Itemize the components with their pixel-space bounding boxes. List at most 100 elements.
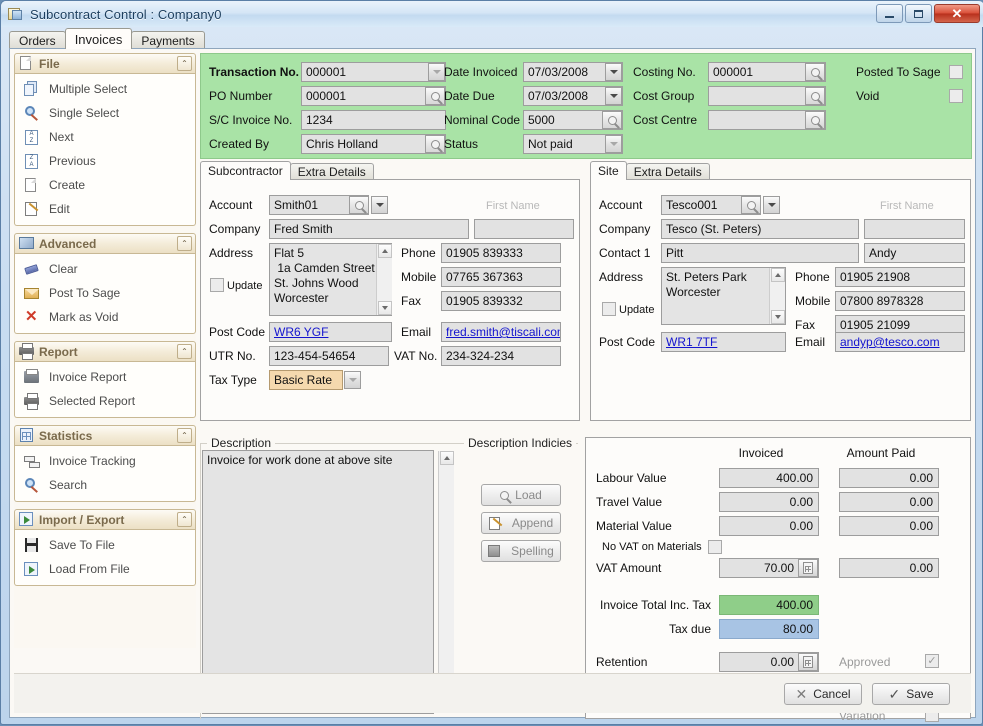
date-invoiced-dropdown[interactable] bbox=[605, 63, 622, 81]
sc-email-field[interactable]: fred.smith@tiscali.com bbox=[441, 322, 561, 342]
sc-address-scrollbar[interactable] bbox=[376, 244, 392, 315]
sc-invoice-no-field[interactable]: 1234 bbox=[301, 110, 446, 130]
sc-first-name-field[interactable] bbox=[474, 219, 574, 239]
travel-value-paid-field[interactable]: 0.00 bbox=[839, 492, 939, 512]
site-update-checkbox[interactable] bbox=[602, 302, 616, 316]
scroll-up-icon[interactable] bbox=[439, 451, 454, 465]
sidebar-item-multiple-select[interactable]: Multiple Select bbox=[15, 77, 195, 101]
site-address-field[interactable]: St. Peters Park Worcester bbox=[661, 267, 786, 325]
spelling-button[interactable]: Spelling bbox=[481, 540, 561, 562]
cost-centre-lookup-button[interactable] bbox=[805, 111, 825, 129]
site-account-dropdown[interactable] bbox=[763, 196, 780, 214]
collapse-statistics-button[interactable]: ⌃ bbox=[177, 428, 192, 443]
sc-update-checkbox[interactable] bbox=[210, 278, 224, 292]
minimize-button[interactable] bbox=[876, 4, 903, 23]
tax-due-field[interactable]: 80.00 bbox=[719, 619, 819, 639]
site-phone-field[interactable]: 01905 21908 bbox=[835, 267, 965, 287]
date-due-dropdown[interactable] bbox=[605, 87, 622, 105]
nominal-code-lookup-button[interactable] bbox=[602, 111, 622, 129]
tab-payments[interactable]: Payments bbox=[131, 31, 205, 49]
sidebar-item-invoice-tracking[interactable]: Invoice Tracking bbox=[15, 449, 195, 473]
sidebar-item-post-to-sage[interactable]: Post To Sage bbox=[15, 281, 195, 305]
sidebar-item-save-to-file[interactable]: Save To File bbox=[15, 533, 195, 557]
load-button[interactable]: Load bbox=[481, 484, 561, 506]
scroll-down-icon[interactable] bbox=[377, 301, 392, 315]
site-post-code-field[interactable]: WR1 7TF bbox=[661, 332, 786, 352]
labour-value-invoiced-field[interactable]: 400.00 bbox=[719, 468, 819, 488]
close-button[interactable]: ✕ bbox=[934, 4, 980, 23]
transaction-no-field[interactable]: 000001 bbox=[301, 62, 446, 82]
sidebar-item-clear[interactable]: Clear bbox=[15, 257, 195, 281]
sc-account-lookup-button[interactable] bbox=[349, 196, 369, 214]
tab-site-extra-details[interactable]: Extra Details bbox=[625, 163, 710, 180]
panel-header-import-export[interactable]: Import / Export ⌃ bbox=[14, 509, 196, 530]
panel-header-advanced[interactable]: Advanced ⌃ bbox=[14, 233, 196, 254]
sidebar-item-invoice-report[interactable]: Invoice Report bbox=[15, 365, 195, 389]
sidebar-item-load-from-file[interactable]: Load From File bbox=[15, 557, 195, 581]
site-account-lookup-button[interactable] bbox=[741, 196, 761, 214]
scroll-down-icon[interactable] bbox=[770, 310, 785, 324]
material-value-invoiced-field[interactable]: 0.00 bbox=[719, 516, 819, 536]
no-vat-on-materials-checkbox[interactable] bbox=[708, 540, 722, 554]
sc-vat-no-field[interactable]: 234-324-234 bbox=[441, 346, 561, 366]
maximize-button[interactable] bbox=[905, 4, 932, 23]
sc-tax-type-dropdown[interactable] bbox=[344, 371, 361, 389]
site-address-scrollbar[interactable] bbox=[769, 268, 785, 324]
sidebar-item-edit[interactable]: Edit bbox=[15, 197, 195, 221]
retention-calculator-button[interactable] bbox=[798, 653, 818, 671]
sc-mobile-field[interactable]: 07765 367363 bbox=[441, 267, 561, 287]
sc-tax-type-field[interactable]: Basic Rate bbox=[269, 370, 343, 390]
save-button[interactable]: ✓ Save bbox=[872, 683, 950, 705]
invoice-total-field[interactable]: 400.00 bbox=[719, 595, 819, 615]
site-contact1-field[interactable]: Pitt bbox=[661, 243, 859, 263]
site-mobile-field[interactable]: 07800 8978328 bbox=[835, 291, 965, 311]
costing-no-lookup-button[interactable] bbox=[805, 63, 825, 81]
collapse-import-export-button[interactable]: ⌃ bbox=[177, 512, 192, 527]
posted-to-sage-checkbox[interactable] bbox=[949, 65, 963, 79]
sidebar-item-search[interactable]: Search bbox=[15, 473, 195, 497]
material-value-paid-field[interactable]: 0.00 bbox=[839, 516, 939, 536]
sc-address-field[interactable]: Flat 5 1a Camden Street St. Johns Wood W… bbox=[269, 243, 392, 316]
sidebar-item-previous[interactable]: ZA Previous bbox=[15, 149, 195, 173]
sc-company-field[interactable]: Fred Smith bbox=[269, 219, 469, 239]
tab-subcontractor[interactable]: Subcontractor bbox=[200, 161, 291, 180]
sidebar-item-selected-report[interactable]: Selected Report bbox=[15, 389, 195, 413]
created-by-lookup-button[interactable] bbox=[425, 135, 445, 153]
cancel-button[interactable]: ✕ Cancel bbox=[784, 683, 862, 705]
sidebar-item-mark-as-void[interactable]: ✕ Mark as Void bbox=[15, 305, 195, 329]
void-checkbox[interactable] bbox=[949, 89, 963, 103]
tab-subcontractor-extra-details[interactable]: Extra Details bbox=[289, 163, 374, 180]
vat-amount-calculator-button[interactable] bbox=[798, 559, 818, 577]
tab-invoices[interactable]: Invoices bbox=[64, 28, 133, 49]
labour-value-paid-field[interactable]: 0.00 bbox=[839, 468, 939, 488]
scroll-up-icon[interactable] bbox=[770, 268, 785, 282]
sidebar-item-create[interactable]: Create bbox=[15, 173, 195, 197]
sc-account-dropdown[interactable] bbox=[371, 196, 388, 214]
site-contact1-first-field[interactable]: Andy bbox=[864, 243, 965, 263]
sc-utr-no-field[interactable]: 123-454-54654 bbox=[269, 346, 389, 366]
travel-value-invoiced-field[interactable]: 0.00 bbox=[719, 492, 819, 512]
tab-orders[interactable]: Orders bbox=[9, 31, 66, 49]
approved-checkbox[interactable]: ✓ bbox=[925, 654, 939, 668]
sidebar-item-single-select[interactable]: Single Select bbox=[15, 101, 195, 125]
status-dropdown[interactable] bbox=[605, 135, 622, 153]
panel-header-statistics[interactable]: Statistics ⌃ bbox=[14, 425, 196, 446]
sc-phone-field[interactable]: 01905 839333 bbox=[441, 243, 561, 263]
sc-fax-field[interactable]: 01905 839332 bbox=[441, 291, 561, 311]
site-company-field[interactable]: Tesco (St. Peters) bbox=[661, 219, 859, 239]
panel-header-report[interactable]: Report ⌃ bbox=[14, 341, 196, 362]
collapse-file-button[interactable]: ⌃ bbox=[177, 56, 192, 71]
append-button[interactable]: Append bbox=[481, 512, 561, 534]
cost-group-lookup-button[interactable] bbox=[805, 87, 825, 105]
sidebar-item-next[interactable]: AZ Next bbox=[15, 125, 195, 149]
collapse-report-button[interactable]: ⌃ bbox=[177, 344, 192, 359]
scroll-up-icon[interactable] bbox=[377, 244, 392, 258]
sc-post-code-field[interactable]: WR6 YGF bbox=[269, 322, 392, 342]
po-number-lookup-button[interactable] bbox=[425, 87, 445, 105]
vat-amount-paid-field[interactable]: 0.00 bbox=[839, 558, 939, 578]
collapse-advanced-button[interactable]: ⌃ bbox=[177, 236, 192, 251]
panel-header-file[interactable]: File ⌃ bbox=[14, 53, 196, 74]
site-email-field[interactable]: andyp@tesco.com bbox=[835, 332, 965, 352]
transaction-no-dropdown[interactable] bbox=[428, 63, 445, 81]
site-first-name-field[interactable] bbox=[864, 219, 965, 239]
